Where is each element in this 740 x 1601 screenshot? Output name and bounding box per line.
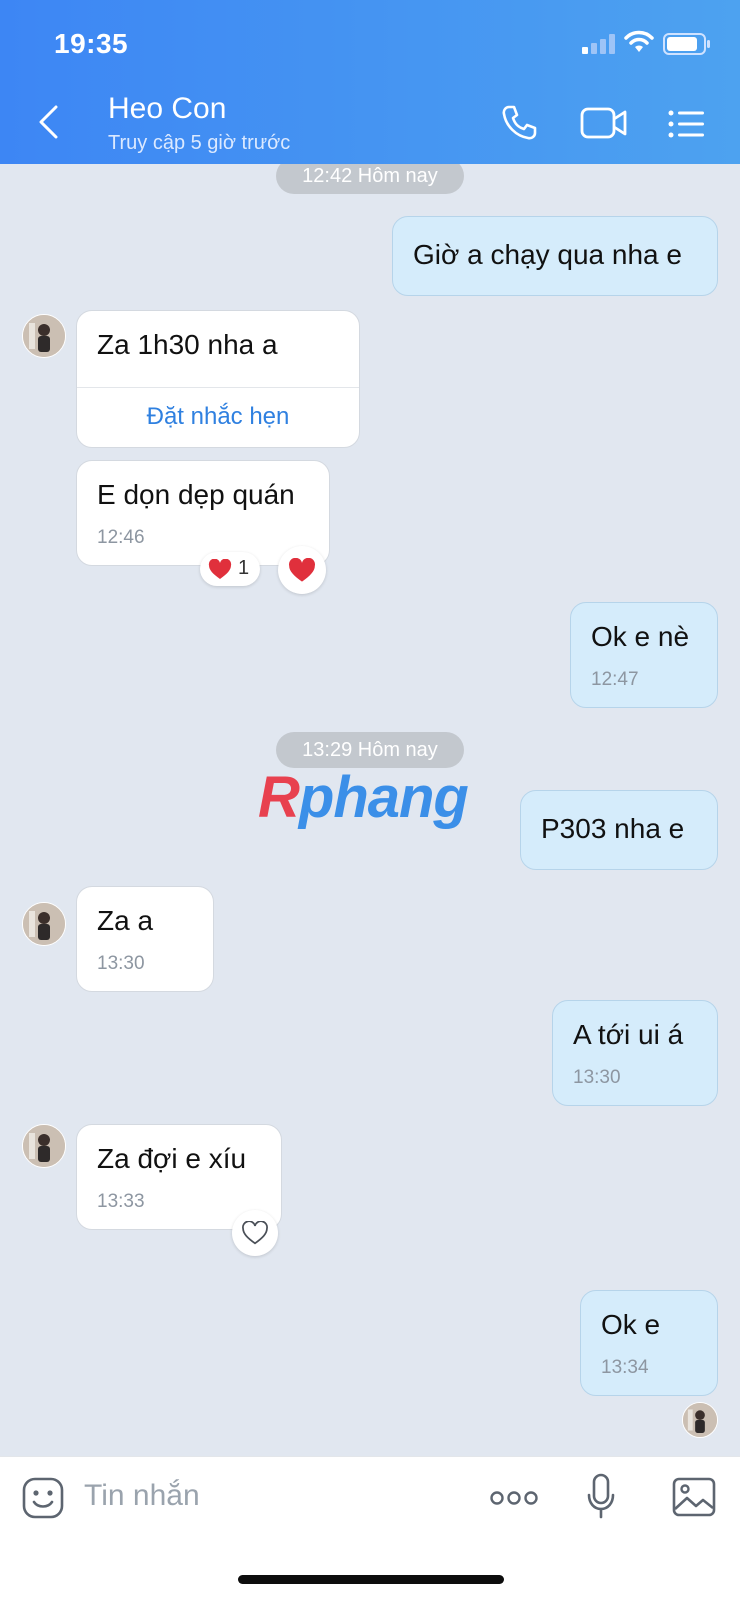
message-time: 13:34 xyxy=(601,1357,649,1378)
message-text: Za 1h30 nha a xyxy=(97,329,278,360)
avatar[interactable] xyxy=(22,902,66,946)
heart-outline-icon xyxy=(242,1221,268,1245)
reaction-count: 1 xyxy=(238,557,250,579)
watermark-logo: Rphang xyxy=(258,765,469,830)
message-time: 13:33 xyxy=(97,1191,145,1212)
chat-header: 19:35 Heo Con Truy cập 5 giờ trước xyxy=(0,0,740,164)
message-bubble-sent[interactable]: P303 nha e xyxy=(520,790,718,870)
message-text: Za đợi e xíu xyxy=(97,1143,247,1174)
message-text: Ok e nè xyxy=(591,621,690,652)
message-time: 13:30 xyxy=(573,1067,621,1088)
heart-filled-icon xyxy=(289,558,315,582)
image-icon[interactable] xyxy=(672,1477,716,1517)
list-menu-icon[interactable] xyxy=(668,110,704,138)
microphone-icon[interactable] xyxy=(586,1473,616,1521)
message-text: P303 nha e xyxy=(541,813,685,844)
wifi-icon xyxy=(624,30,654,52)
message-bubble-received[interactable]: Za a 13:30 xyxy=(76,886,214,992)
react-button[interactable] xyxy=(278,546,326,594)
sticker-icon[interactable] xyxy=(22,1477,64,1519)
message-input[interactable]: Tin nhắn xyxy=(84,1479,200,1513)
message-text: A tới ui á xyxy=(573,1019,684,1050)
message-text: Ok e xyxy=(601,1309,661,1340)
date-divider: 13:29 Hôm nay xyxy=(276,732,464,768)
heart-filled-icon xyxy=(208,559,232,579)
bubble-divider xyxy=(77,387,359,388)
cellular-signal-icon xyxy=(582,34,615,54)
status-time: 19:35 xyxy=(54,28,129,59)
message-bubble-sent[interactable]: Ok e 13:34 xyxy=(580,1290,718,1396)
avatar[interactable] xyxy=(22,1124,66,1168)
set-reminder-link[interactable]: Đặt nhắc hẹn xyxy=(77,403,359,431)
message-text: Giờ a chạy qua nha e xyxy=(413,239,682,270)
message-text: Za a xyxy=(97,905,154,936)
home-indicator xyxy=(238,1575,504,1584)
last-seen-status: Truy cập 5 giờ trước xyxy=(108,132,291,154)
battery-icon xyxy=(663,33,710,55)
message-time: 12:47 xyxy=(591,669,639,690)
back-arrow-icon[interactable] xyxy=(36,104,60,140)
avatar[interactable] xyxy=(22,314,66,358)
video-call-icon[interactable] xyxy=(580,106,628,140)
message-bubble-sent[interactable]: Giờ a chạy qua nha e xyxy=(392,216,718,296)
message-time: 13:30 xyxy=(97,953,145,974)
seen-avatar xyxy=(682,1402,718,1438)
contact-name[interactable]: Heo Con xyxy=(108,92,226,126)
date-divider: 12:42 Hôm nay xyxy=(276,164,464,194)
phone-icon[interactable] xyxy=(500,104,538,142)
message-text: E dọn dẹp quán xyxy=(97,479,295,510)
message-bubble-sent[interactable]: A tới ui á 13:30 xyxy=(552,1000,718,1106)
reaction-summary[interactable]: 1 xyxy=(200,552,260,586)
message-bubble-received[interactable]: Za 1h30 nha a Đặt nhắc hẹn xyxy=(76,310,360,448)
chat-area[interactable]: 12:42 Hôm nay Giờ a chạy qua nha e Za 1h… xyxy=(0,164,740,1456)
message-bubble-sent[interactable]: Ok e nè 12:47 xyxy=(570,602,718,708)
message-time: 12:46 xyxy=(97,527,145,548)
react-button[interactable] xyxy=(232,1210,278,1256)
more-options-icon[interactable] xyxy=(490,1489,538,1507)
